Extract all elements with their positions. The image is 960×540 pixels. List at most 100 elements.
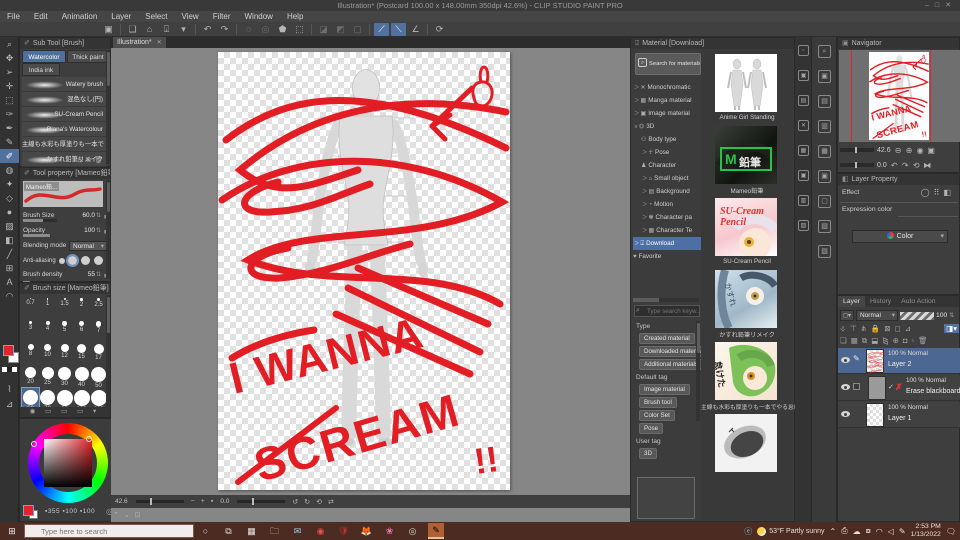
cortana-icon[interactable]: ○ — [194, 522, 217, 540]
figure-tool-icon[interactable]: ╱ — [0, 247, 19, 261]
nav-flip-icon[interactable]: ⧓ — [922, 161, 933, 170]
menu-file[interactable]: File — [0, 11, 27, 22]
menu-window[interactable]: Window — [238, 11, 280, 22]
tone-icon[interactable]: ◩ — [333, 23, 348, 36]
rotate-left-icon[interactable]: ↺ — [292, 498, 298, 506]
sv-marker[interactable] — [86, 436, 92, 442]
brush-size-cell[interactable]: 30 — [56, 365, 73, 388]
mail-icon[interactable]: ✉ — [286, 522, 309, 540]
material-thumb-lazy-brush[interactable]: 怠けた — [715, 342, 777, 400]
dock-icon[interactable]: ▨ — [818, 245, 831, 258]
brush-size-cell[interactable]: 6 — [73, 319, 90, 342]
brush-size-cell[interactable]: 1 — [39, 296, 56, 319]
layer-thumbnail[interactable] — [868, 376, 886, 400]
frame-border-tool-icon[interactable]: ⊞ — [0, 261, 19, 275]
operation-tool-icon[interactable]: ➢ — [0, 65, 19, 79]
tree-item-motion[interactable]: ＞◔ Motion — [641, 198, 709, 211]
subtool-tab-watercolor[interactable]: Watercolor — [22, 50, 66, 63]
canvas-tab[interactable]: Illustration* ✕ — [113, 37, 166, 48]
material-thumb-mameo[interactable]: M 鉛筆 — [715, 126, 777, 184]
blend-tool-icon[interactable]: ● — [0, 205, 19, 219]
dock-icon[interactable]: ▣ — [818, 170, 831, 183]
move-layer-tool-icon[interactable]: ✛ — [0, 79, 19, 93]
hue-marker[interactable] — [31, 441, 37, 447]
brush-size-header[interactable]: ✐ Brush size [Mameo鉛筆] — [20, 283, 110, 294]
tool-property-scrollbar[interactable] — [106, 180, 110, 279]
tag-color-set[interactable]: Color Set — [639, 410, 675, 421]
dock-icon[interactable]: ▧ — [798, 220, 809, 231]
tree-item-body-type[interactable]: ⚇ Body type — [641, 133, 709, 146]
tree-item-character-template[interactable]: ＞▦ Character Te — [641, 224, 709, 237]
snap-grid-icon[interactable]: ∠ — [408, 23, 423, 36]
obs-icon[interactable]: ◎ — [401, 522, 424, 540]
tree-item-pose[interactable]: ＞☥ Pose — [641, 146, 709, 159]
file-explorer-icon[interactable]: 🗀 — [263, 522, 286, 540]
tray-chevron-icon[interactable]: ⌃ — [830, 527, 837, 536]
tag-pose[interactable]: Pose — [639, 423, 664, 434]
redo-icon[interactable]: ↷ — [217, 23, 232, 36]
window-controls[interactable]: –□✕ — [925, 0, 957, 11]
layer-color-icon[interactable]: ◨▾ — [944, 324, 959, 333]
brush-item[interactable]: Watery brush — [22, 77, 106, 92]
fill-tool-icon[interactable]: ▨ — [0, 219, 19, 233]
aa-strong-icon[interactable] — [93, 256, 103, 265]
saturation-value-square[interactable] — [44, 439, 92, 487]
dock-icon[interactable]: ▣ — [798, 70, 809, 81]
brush-size-cell[interactable]: 40 — [73, 365, 90, 388]
tab-history[interactable]: History — [865, 296, 896, 307]
fill-icon[interactable]: ⬟ — [275, 23, 290, 36]
mcafee-icon[interactable]: 🛡 — [332, 522, 355, 540]
dock-icon[interactable]: ▦ — [818, 145, 831, 158]
create-mask-icon[interactable]: ◘ — [903, 336, 908, 345]
ruler-show-icon[interactable]: ⊿ — [905, 324, 911, 333]
dock-icon[interactable]: ▧ — [818, 220, 831, 233]
brush-size-scrollbar[interactable] — [106, 295, 110, 415]
volume-icon[interactable]: ◁ — [888, 527, 894, 536]
dock-icon[interactable]: ✕ — [798, 120, 809, 131]
deselect-icon[interactable]: ◌ — [241, 23, 256, 36]
tree-item-download[interactable]: ＞⍗ Download — [633, 237, 701, 250]
tag-additional-materials[interactable]: Additional materials — [639, 359, 703, 370]
brush-item[interactable]: Riana's Watercolour — [22, 122, 106, 137]
brush-size-cell[interactable]: 7 — [90, 319, 107, 342]
gradient-tool-icon[interactable]: ◧ — [0, 233, 19, 247]
apply-mask-icon[interactable]: ▫ — [911, 336, 914, 345]
brush-size-row[interactable]: Brush Size 60.0 ⇅ ▟ — [23, 209, 109, 223]
navigator-preview[interactable] — [839, 50, 960, 142]
weather-widget[interactable]: 53°F Partly sunny — [757, 526, 825, 536]
brush-tool-icon[interactable]: ✐ — [0, 149, 19, 163]
save-dropdown-icon[interactable]: ▾ — [176, 23, 191, 36]
snap-ruler-icon[interactable]: ⟋ — [374, 22, 389, 36]
brush-size-cell[interactable]: 0.7 — [22, 296, 39, 319]
color-chips[interactable] — [2, 367, 17, 372]
rotate-reset-icon[interactable]: ⟳ — [432, 23, 447, 36]
material-filter-scrollbar[interactable] — [696, 321, 700, 421]
dock-icon[interactable]: ▥ — [798, 195, 809, 206]
airbrush-tool-icon[interactable]: ◍ — [0, 163, 19, 177]
close-tab-icon[interactable]: ✕ — [157, 40, 162, 46]
onedrive-icon[interactable]: ☁ — [853, 527, 861, 536]
notification-center-icon[interactable]: 🗨 — [946, 527, 956, 536]
navigator-header[interactable]: ▣ Navigator — [838, 38, 959, 49]
edge-icon[interactable]: ⓔ — [744, 526, 752, 537]
tree-item-3d[interactable]: ∨⏣ 3D — [633, 120, 701, 133]
save-icon[interactable]: ⍗ — [159, 23, 174, 36]
tree-item-background[interactable]: ＞▤ Background — [641, 185, 709, 198]
layer-visible-icon[interactable] — [841, 411, 850, 417]
brush-size-cell[interactable]: 8 — [22, 342, 39, 365]
aa-weak-icon[interactable] — [66, 254, 80, 267]
brush-size-cell[interactable]: 20 — [22, 365, 39, 388]
pen-settings-icon[interactable]: ✎ — [899, 527, 906, 536]
dock-icon[interactable]: ▣ — [798, 170, 809, 181]
aa-none-icon[interactable] — [58, 258, 65, 264]
tree-item-character-parts[interactable]: ＞✾ Character pa — [641, 211, 709, 224]
clip-studio-taskbar-icon[interactable]: ✎ — [428, 523, 444, 539]
display-icon[interactable]: ⧇ — [866, 526, 871, 536]
layer-opacity-stepper[interactable]: ⇅ — [949, 312, 954, 319]
nav-zoom-in-icon[interactable]: ⊕ — [904, 146, 915, 155]
tree-item-manga-material[interactable]: ＞▦ Manga material — [633, 94, 701, 107]
blend-mode-dropdown[interactable]: Normal ▾ — [856, 310, 898, 321]
tab-auto-action[interactable]: Auto Action — [896, 296, 940, 307]
new-raster-layer-icon[interactable]: ❏ — [840, 336, 847, 345]
menu-view[interactable]: View — [175, 11, 206, 22]
